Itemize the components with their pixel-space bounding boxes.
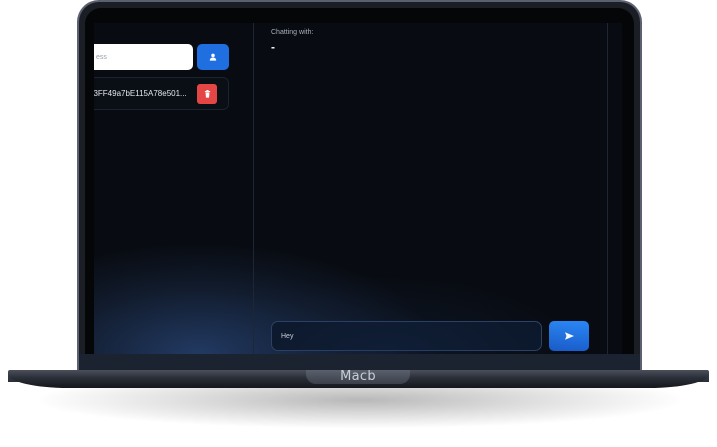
chat-peer-name: - <box>271 40 275 54</box>
contact-item[interactable]: x03FF49a7bE115A78e501... <box>94 77 229 110</box>
contacts-sidebar: x03FF49a7bE115A78e501... <box>94 23 254 354</box>
trash-icon <box>204 90 210 98</box>
address-input[interactable] <box>94 44 193 70</box>
add-contact-button[interactable] <box>197 44 229 70</box>
send-icon <box>564 332 574 340</box>
laptop-mockup: x03FF49a7bE115A78e501... Chatting with: … <box>0 0 717 447</box>
floor-shadow <box>40 388 680 428</box>
brand-text: Macb <box>340 369 376 384</box>
app-screen: x03FF49a7bE115A78e501... Chatting with: … <box>94 23 622 354</box>
chatting-with-label: Chatting with: <box>271 29 314 36</box>
user-icon <box>209 53 217 61</box>
message-input[interactable] <box>271 321 542 351</box>
chat-panel: Chatting with: - <box>254 23 607 354</box>
delete-contact-button[interactable] <box>197 84 217 104</box>
chat-divider <box>607 23 608 354</box>
contact-address: x03FF49a7bE115A78e501... <box>94 89 187 98</box>
send-button[interactable] <box>549 321 589 351</box>
